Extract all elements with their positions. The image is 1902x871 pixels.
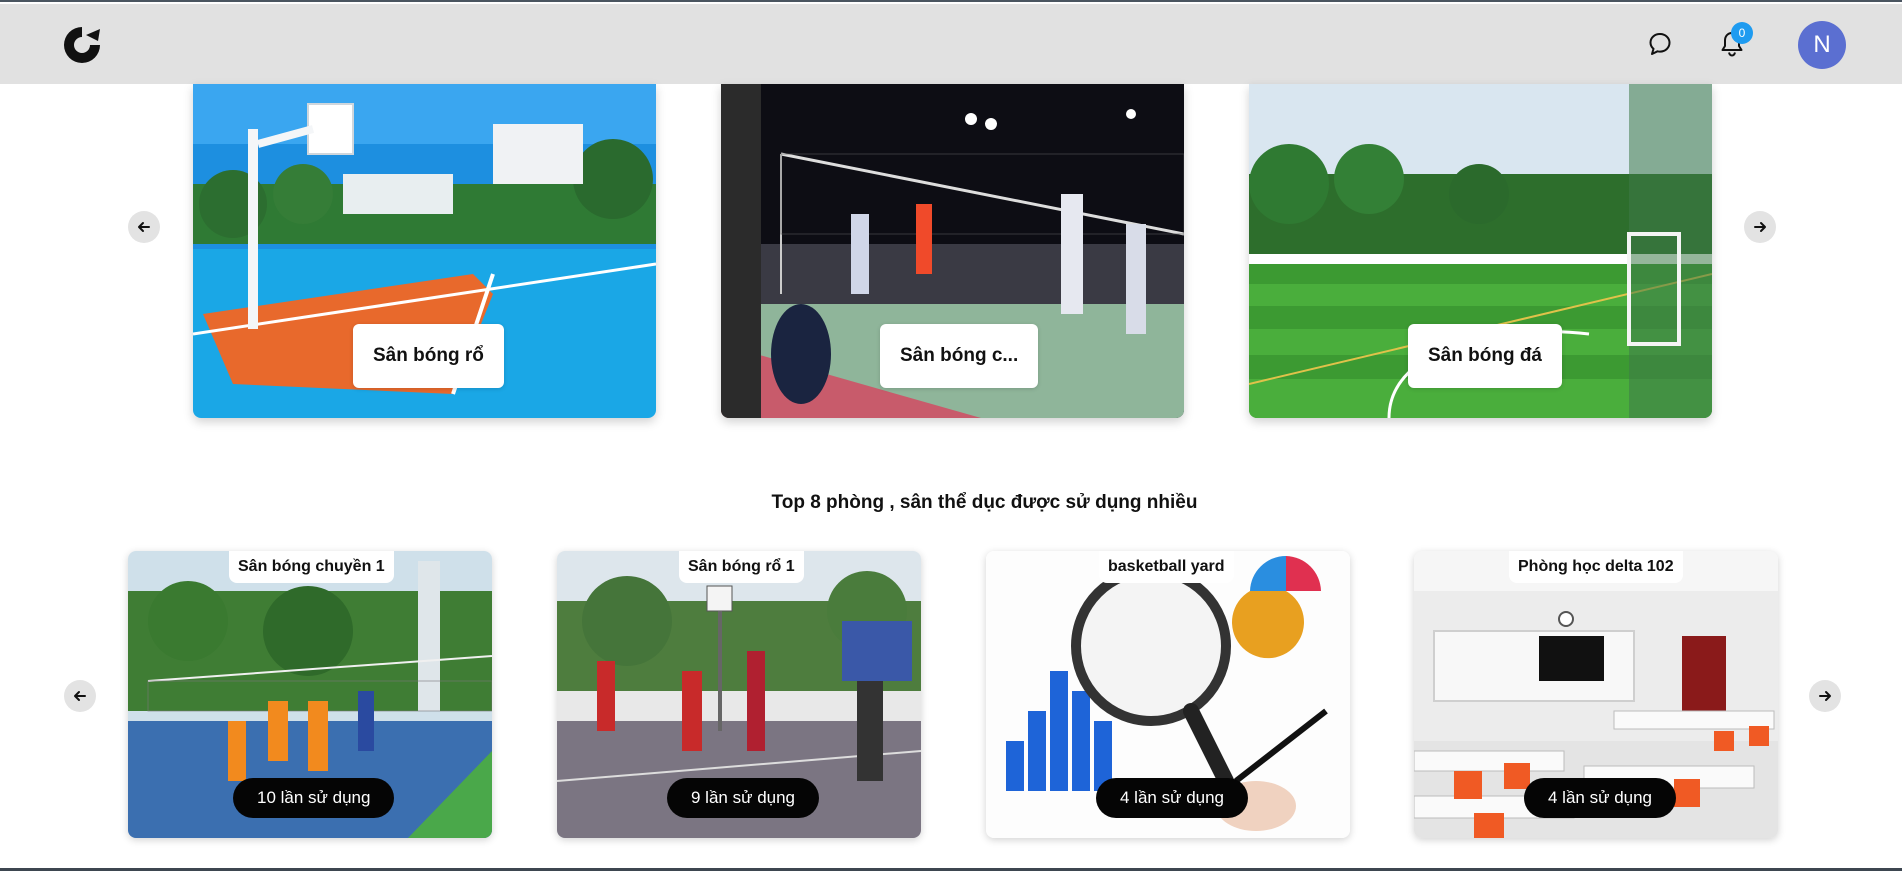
top-room-usage: 10 lần sử dụng (233, 778, 395, 818)
notification-count-badge: 0 (1731, 22, 1753, 44)
chat-bubble-icon (1649, 33, 1671, 55)
top-prev-button[interactable] (64, 680, 96, 712)
top-room-card[interactable]: basketball yard 4 lần sử dụng (986, 551, 1350, 838)
top-room-name: basketball yard (1099, 551, 1234, 583)
brand-logo[interactable] (60, 25, 104, 65)
arrow-right-icon (1819, 691, 1831, 701)
top-room-card[interactable]: Sân bóng chuyền 1 10 lần sử dụng (128, 551, 492, 838)
top-room-usage: 4 lần sử dụng (1524, 778, 1677, 818)
top-room-card[interactable]: Sân bóng rổ 1 9 lần sử dụng (557, 551, 921, 838)
arrow-right-icon (1754, 222, 1766, 232)
category-prev-button[interactable] (128, 211, 160, 243)
top-room-usage: 4 lần sử dụng (1096, 778, 1249, 818)
top-room-name: Sân bóng chuyền 1 (229, 551, 394, 583)
top-rooms-title: Top 8 phòng , sân thể dục được sử dụng n… (771, 492, 1198, 513)
top-room-name: Phòng học delta 102 (1509, 551, 1683, 583)
top-room-name: Sân bóng rổ 1 (679, 551, 804, 583)
top-navbar: 0 N (0, 4, 1902, 84)
category-label: Sân bóng c... (880, 324, 1039, 388)
top-next-button[interactable] (1809, 680, 1841, 712)
category-card-basketball[interactable]: Sân bóng rổ (193, 84, 656, 418)
top-room-card[interactable]: Phòng học delta 102 4 lần sử dụng (1414, 551, 1778, 838)
top-room-usage: 9 lần sử dụng (667, 778, 820, 818)
arrow-left-icon (138, 222, 150, 232)
category-card-volleyball[interactable]: Sân bóng c... (721, 84, 1184, 418)
category-next-button[interactable] (1744, 211, 1776, 243)
page-frame: 0 N Sân bóng rổ Sân bóng c... Sân bóng đ… (0, 0, 1902, 871)
category-label: Sân bóng rổ (353, 324, 504, 388)
category-label: Sân bóng đá (1408, 324, 1562, 388)
chat-button[interactable] (1642, 26, 1678, 62)
category-card-football[interactable]: Sân bóng đá (1249, 84, 1712, 418)
user-avatar[interactable]: N (1798, 21, 1846, 69)
arrow-left-icon (74, 691, 86, 701)
